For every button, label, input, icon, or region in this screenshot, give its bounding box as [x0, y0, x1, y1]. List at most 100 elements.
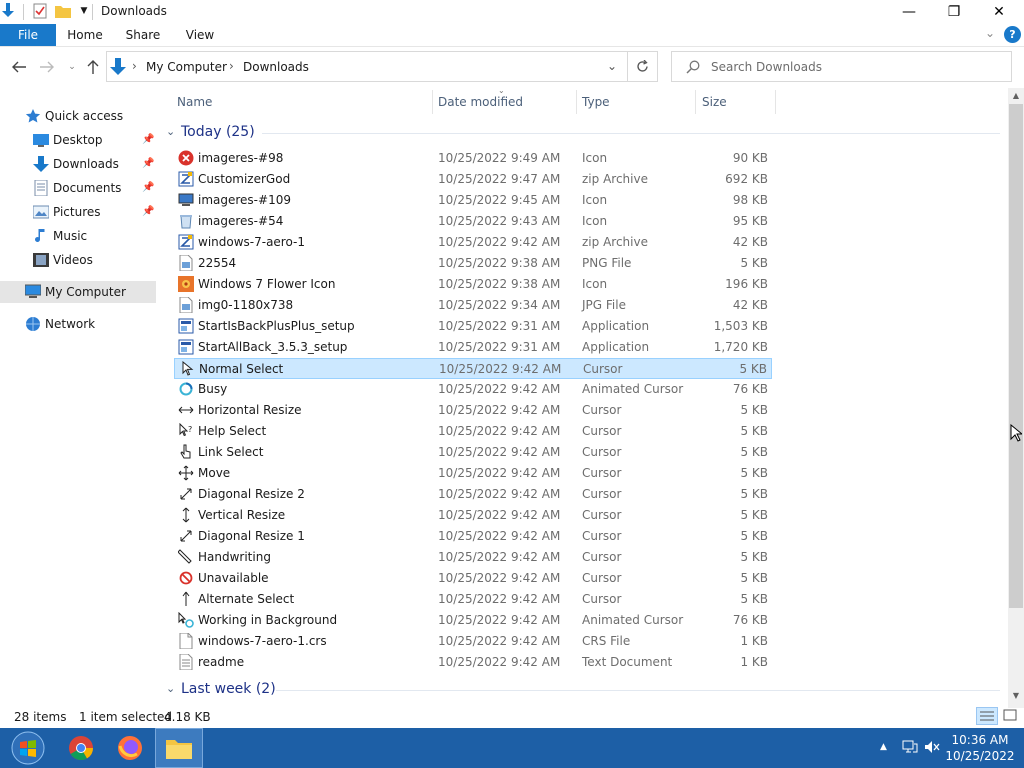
- table-row[interactable]: windows-7-aero-1 10/25/2022 9:42 AM zip Ar…: [174, 232, 772, 253]
- collapse-ribbon-button[interactable]: ⌄: [985, 26, 999, 44]
- table-row[interactable]: imageres-#98 10/25/2022 9:49 AM Icon 90 KB: [174, 148, 772, 169]
- vertical-scrollbar[interactable]: ▲ ▼: [1008, 88, 1024, 708]
- column-header-date-modified[interactable]: Date modified: [438, 95, 523, 109]
- table-row[interactable]: Busy 10/25/2022 9:42 AM Animated Cursor 76 …: [174, 379, 772, 400]
- search-input[interactable]: Search Downloads: [711, 60, 822, 74]
- column-header-name[interactable]: Name: [177, 95, 212, 109]
- table-row[interactable]: Link Select 10/25/2022 9:42 AM Cursor 5 KB: [174, 442, 772, 463]
- show-hidden-icons-button[interactable]: ▲: [880, 742, 887, 752]
- column-header-size[interactable]: Size: [702, 95, 727, 109]
- nav-downloads[interactable]: Downloads 📌: [0, 153, 156, 175]
- star-icon: [25, 108, 41, 124]
- table-row-selected[interactable]: Normal Select 10/25/2022 9:42 AM Cursor 5 K…: [174, 358, 772, 379]
- tab-view[interactable]: View: [176, 24, 224, 46]
- table-row[interactable]: Handwriting 10/25/2022 9:42 AM Cursor 5 KB: [174, 547, 772, 568]
- maximize-button[interactable]: ❐: [931, 0, 977, 24]
- breadcrumb-my-computer[interactable]: My Computer: [146, 60, 227, 74]
- title-bar: ▼ Downloads — ❐ ✕: [0, 0, 1024, 24]
- taskbar-file-explorer[interactable]: [155, 728, 203, 768]
- chevron-down-icon: ⌄: [166, 682, 176, 695]
- start-button[interactable]: [4, 728, 52, 768]
- table-row[interactable]: readme 10/25/2022 9:42 AM Text Document 1 K…: [174, 652, 772, 673]
- nav-documents[interactable]: Documents 📌: [0, 177, 156, 199]
- table-row[interactable]: Diagonal Resize 2 10/25/2022 9:42 AM Curso…: [174, 484, 772, 505]
- details-view-button[interactable]: [976, 707, 998, 725]
- column-divider[interactable]: [695, 90, 696, 114]
- pin-icon[interactable]: 📌: [142, 153, 154, 175]
- nav-videos[interactable]: Videos: [0, 249, 156, 271]
- refresh-button[interactable]: [628, 51, 658, 82]
- table-row[interactable]: Windows 7 Flower Icon 10/25/2022 9:38 AM I…: [174, 274, 772, 295]
- volume-muted-icon[interactable]: [924, 740, 940, 757]
- table-row[interactable]: Diagonal Resize 1 10/25/2022 9:42 AM Curso…: [174, 526, 772, 547]
- table-row[interactable]: StartIsBackPlusPlus_setup 10/25/2022 9:31…: [174, 316, 772, 337]
- breadcrumb-downloads[interactable]: Downloads: [243, 60, 309, 74]
- address-bar[interactable]: › My Computer › Downloads ⌄: [106, 51, 628, 82]
- large-icons-view-button[interactable]: [1000, 707, 1022, 725]
- scroll-up-button[interactable]: ▲: [1008, 88, 1024, 104]
- properties-icon[interactable]: [32, 3, 48, 19]
- pictures-icon: [32, 204, 50, 220]
- customize-toolbar-icon[interactable]: ▼: [76, 3, 92, 19]
- minimize-button[interactable]: —: [886, 0, 932, 24]
- back-button[interactable]: [10, 58, 28, 76]
- search-box[interactable]: Search Downloads: [671, 51, 1012, 82]
- tab-share[interactable]: Share: [118, 24, 168, 46]
- table-row[interactable]: img0-1180x738 10/25/2022 9:34 AM JPG File 4…: [174, 295, 772, 316]
- table-row[interactable]: imageres-#54 10/25/2022 9:43 AM Icon 95 KB: [174, 211, 772, 232]
- forward-button[interactable]: [38, 58, 56, 76]
- file-name: Unavailable: [198, 571, 269, 585]
- pin-icon[interactable]: 📌: [142, 177, 154, 199]
- tab-home[interactable]: Home: [60, 24, 110, 46]
- table-row[interactable]: 22554 10/25/2022 9:38 AM PNG File 5 KB: [174, 253, 772, 274]
- up-button[interactable]: [84, 58, 102, 76]
- table-row[interactable]: Working in Background 10/25/2022 9:42 AM A…: [174, 610, 772, 631]
- downloads-quick-icon[interactable]: [0, 3, 16, 19]
- table-row[interactable]: Vertical Resize 10/25/2022 9:42 AM Cursor 5…: [174, 505, 772, 526]
- file-date-modified: 10/25/2022 9:38 AM: [438, 277, 561, 291]
- taskbar-chrome[interactable]: [57, 728, 105, 768]
- file-date-modified: 10/25/2022 9:42 AM: [438, 424, 561, 438]
- table-row[interactable]: StartAllBack_3.5.3_setup 10/25/2022 9:31 …: [174, 337, 772, 358]
- large-icons-view-icon: [1003, 709, 1017, 721]
- scroll-thumb[interactable]: [1009, 104, 1023, 608]
- arrow-cursor-icon: [179, 360, 195, 377]
- nav-network[interactable]: Network: [0, 313, 156, 335]
- network-tray-icon[interactable]: [902, 740, 918, 757]
- column-header-type[interactable]: Type: [582, 95, 610, 109]
- table-row[interactable]: windows-7-aero-1.crs 10/25/2022 9:42 AM CR…: [174, 631, 772, 652]
- table-row[interactable]: Move 10/25/2022 9:42 AM Cursor 5 KB: [174, 463, 772, 484]
- recent-locations-button[interactable]: ⌄: [63, 58, 81, 76]
- tab-file[interactable]: File: [0, 24, 56, 46]
- nav-quick-access[interactable]: Quick access: [0, 105, 156, 127]
- new-folder-icon[interactable]: [55, 3, 71, 19]
- desktop-icon: [33, 132, 49, 148]
- scroll-down-button[interactable]: ▼: [1008, 688, 1024, 704]
- file-type: Cursor: [582, 466, 622, 480]
- text-file-icon: [178, 653, 194, 671]
- taskbar-firefox[interactable]: [106, 728, 154, 768]
- table-row[interactable]: Horizontal Resize 10/25/2022 9:42 AM Curso…: [174, 400, 772, 421]
- table-row[interactable]: Alternate Select 10/25/2022 9:42 AM Cursor…: [174, 589, 772, 610]
- file-date-modified: 10/25/2022 9:42 AM: [439, 362, 562, 376]
- nav-pictures[interactable]: Pictures 📌: [0, 201, 156, 223]
- file-date-modified: 10/25/2022 9:47 AM: [438, 172, 561, 186]
- table-row[interactable]: CustomizerGod 10/25/2022 9:47 AM zip Archi…: [174, 169, 772, 190]
- table-row[interactable]: imageres-#109 10/25/2022 9:45 AM Icon 98 KB: [174, 190, 772, 211]
- close-button[interactable]: ✕: [976, 0, 1022, 24]
- pin-icon[interactable]: 📌: [142, 201, 154, 223]
- nav-desktop[interactable]: Desktop 📌: [0, 129, 156, 151]
- table-row[interactable]: ? Help Select 10/25/2022 9:42 AM Cursor 5 KB: [174, 421, 772, 442]
- pin-icon[interactable]: 📌: [142, 129, 154, 151]
- column-divider[interactable]: [576, 90, 577, 114]
- file-date-modified: 10/25/2022 9:49 AM: [438, 151, 561, 165]
- clock[interactable]: 10:36 AM 10/25/2022: [944, 732, 1016, 764]
- nav-my-computer[interactable]: My Computer: [0, 281, 156, 303]
- file-name: Move: [198, 466, 231, 480]
- table-row[interactable]: Unavailable 10/25/2022 9:42 AM Cursor 5 KB: [174, 568, 772, 589]
- column-divider[interactable]: [432, 90, 433, 114]
- column-divider[interactable]: [775, 90, 776, 114]
- nav-music[interactable]: Music: [0, 225, 156, 247]
- help-button[interactable]: ?: [1004, 26, 1021, 43]
- address-dropdown-icon[interactable]: ⌄: [607, 59, 617, 73]
